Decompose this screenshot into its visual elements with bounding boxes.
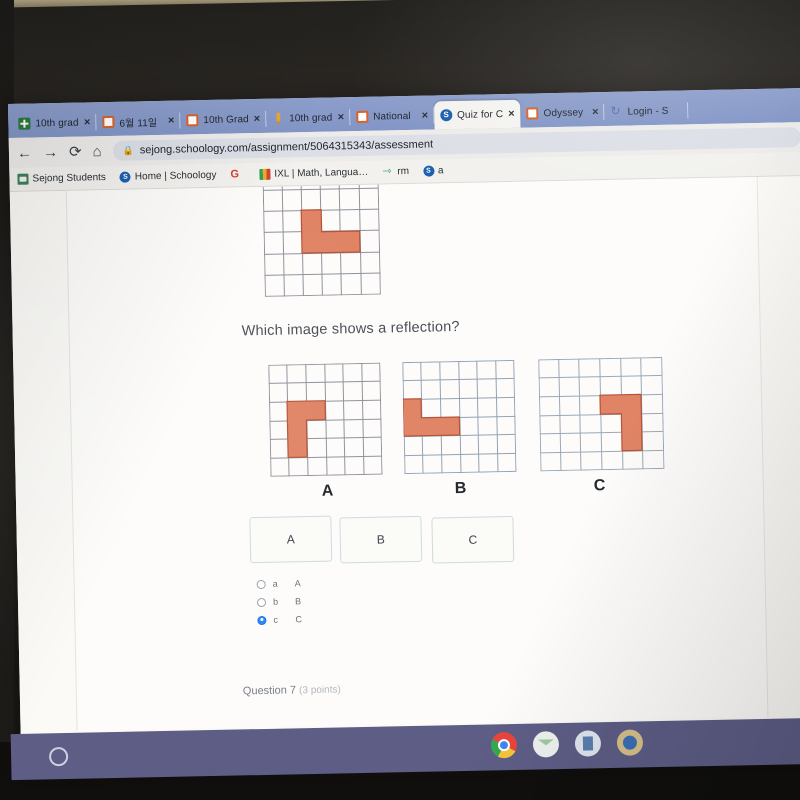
folder-icon: [17, 173, 29, 185]
slides-icon: [102, 115, 115, 129]
question-number: Question 7: [242, 684, 297, 698]
radio-option-b[interactable]: b B: [256, 596, 302, 607]
tab-close-icon[interactable]: ×: [254, 112, 261, 124]
slides-icon: [526, 107, 539, 120]
slides-icon: [186, 114, 199, 127]
choice-button-b[interactable]: B: [339, 515, 423, 564]
mail-icon[interactable]: [532, 731, 560, 758]
question-points: (3 points): [298, 684, 341, 697]
option-b-label: B: [454, 479, 467, 498]
choice-button-label: C: [468, 532, 478, 547]
tab-label: 6월 11일: [119, 117, 158, 130]
bookmark-google[interactable]: G: [230, 168, 245, 181]
bookmark-ixl[interactable]: IXL | Math, Langua…: [259, 167, 368, 180]
bookmark-label: IXL | Math, Langua…: [274, 166, 369, 180]
radio-option-a[interactable]: a A: [256, 578, 301, 589]
browser-tab-0[interactable]: 10th grad ×: [12, 108, 97, 138]
choice-button-label: A: [286, 532, 295, 547]
tab-label: 10th Grad: [203, 113, 249, 126]
home-icon[interactable]: ⌂: [92, 143, 101, 160]
tab-label: Quiz for C: [457, 108, 504, 121]
radio-button-b[interactable]: [256, 597, 267, 607]
quiz-content-area: Which image shows a reflection? A B C A …: [65, 175, 769, 731]
browser-tab-7[interactable]: Login - S: [604, 96, 689, 126]
radio-letter: c: [273, 614, 279, 625]
option-c-label: C: [593, 477, 606, 495]
chrome-icon[interactable]: [490, 731, 518, 759]
bookmark-a[interactable]: S a: [422, 165, 444, 177]
laptop-screen: 10th grad × 6월 11일 × 10th Grad × 10th gr…: [8, 87, 800, 781]
radio-letter: b: [272, 596, 279, 607]
original-shape-grid: [262, 175, 381, 297]
sheets-icon: [18, 117, 31, 130]
schoology-icon: S: [119, 171, 131, 183]
tab-label: National: [373, 110, 411, 123]
forward-icon[interactable]: →: [43, 144, 58, 161]
bookmark-label: a: [437, 165, 444, 177]
back-icon[interactable]: ←: [17, 144, 32, 161]
tab-close-icon[interactable]: ×: [508, 107, 515, 119]
option-b-figure: [402, 359, 517, 475]
radio-option-c[interactable]: c C: [257, 614, 302, 625]
slides-icon: [356, 110, 369, 124]
bookmark-sejong-students[interactable]: Sejong Students: [17, 172, 106, 185]
tab-close-icon[interactable]: ×: [422, 109, 429, 121]
browser-tab-6[interactable]: Odyssey ×: [520, 98, 605, 128]
schoology-icon: S: [440, 109, 453, 122]
page-viewport: Which image shows a reflection? A B C A …: [9, 175, 800, 764]
browser-tab-2[interactable]: 10th Grad ×: [180, 105, 266, 135]
tab-close-icon[interactable]: ×: [592, 106, 599, 118]
login-icon: [610, 106, 622, 118]
tab-close-icon[interactable]: ×: [338, 111, 345, 123]
bookmark-home-schoology[interactable]: S Home | Schoology: [119, 169, 217, 183]
blue-app-icon[interactable]: [616, 729, 644, 756]
browser-tab-4[interactable]: National ×: [350, 101, 435, 131]
radio-button-c[interactable]: [257, 615, 267, 625]
bookmark-rm[interactable]: ⇾ rm: [382, 165, 410, 178]
link-icon: ⇾: [382, 165, 392, 178]
tab-close-icon[interactable]: ×: [168, 114, 175, 126]
bookmark-label: Sejong Students: [32, 172, 106, 185]
browser-tab-active-quiz[interactable]: S Quiz for C ×: [433, 99, 521, 130]
shelf-app-tray: [490, 729, 644, 759]
question-prompt: Which image shows a reflection?: [241, 318, 460, 340]
ixl-icon: [259, 168, 271, 180]
choice-button-c[interactable]: C: [431, 515, 515, 564]
radio-value: A: [294, 578, 301, 589]
tab-close-icon[interactable]: ×: [84, 116, 91, 128]
option-c-figure: [538, 356, 665, 472]
browser-tab-1[interactable]: 6월 11일 ×: [96, 107, 181, 137]
doc-icon[interactable]: [574, 730, 602, 757]
reload-icon[interactable]: ⟳: [69, 143, 82, 160]
bookmark-label: rm: [397, 165, 410, 178]
url-text: sejong.schoology.com/assignment/50643153…: [139, 138, 434, 157]
radio-value: B: [294, 596, 302, 607]
tab-label: 10th grad: [35, 117, 79, 129]
tab-label: Odyssey: [543, 106, 584, 119]
screenshot-root: 10th grad × 6월 11일 × 10th Grad × 10th gr…: [0, 0, 800, 800]
pin-icon: [272, 112, 284, 124]
radio-value: C: [295, 614, 302, 625]
option-a-figure: [268, 362, 383, 477]
choice-button-a[interactable]: A: [249, 515, 333, 564]
tab-label: 10th grad: [289, 111, 333, 124]
bookmark-label: Home | Schoology: [134, 169, 217, 183]
schoology-icon: S: [422, 165, 435, 177]
choice-button-label: B: [376, 532, 385, 547]
lock-icon: 🔒: [122, 144, 134, 156]
tab-label: Login - S: [627, 105, 669, 118]
browser-tab-3[interactable]: 10th grad ×: [266, 103, 351, 133]
radio-button-a[interactable]: [256, 579, 266, 589]
google-icon: G: [230, 168, 240, 181]
question-footer: Question 7 (3 points): [243, 683, 341, 697]
option-a-label: A: [321, 482, 334, 500]
radio-letter: a: [272, 578, 278, 589]
